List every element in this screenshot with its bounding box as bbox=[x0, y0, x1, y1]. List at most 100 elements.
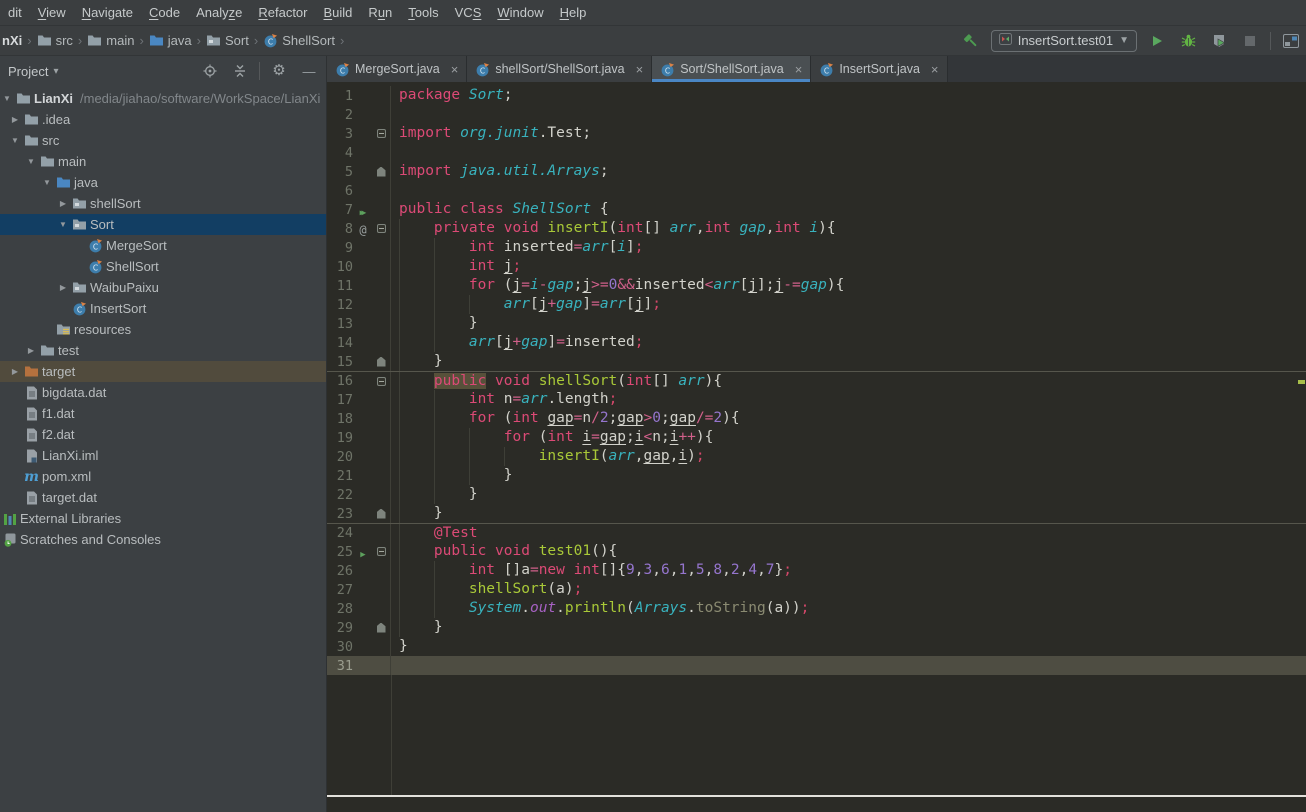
run-configuration-select[interactable]: InsertSort.test01 ▼ bbox=[991, 30, 1137, 52]
fold-end-icon[interactable] bbox=[377, 357, 386, 367]
chevron-expanded-icon[interactable]: ▼ bbox=[0, 94, 14, 103]
close-icon[interactable]: × bbox=[931, 62, 939, 77]
fold-start-icon[interactable] bbox=[377, 547, 386, 556]
code-line-3[interactable]: 3import org.junit.Test; bbox=[327, 124, 1306, 143]
chevron-collapsed-icon[interactable]: ▶ bbox=[8, 367, 22, 376]
locate-file-icon[interactable] bbox=[199, 60, 221, 82]
editor-tab-sort-shellsort-java[interactable]: CSort/ShellSort.java× bbox=[652, 56, 811, 82]
code-line-22[interactable]: 22 } bbox=[327, 485, 1306, 504]
fold-marker-slot[interactable] bbox=[373, 377, 389, 386]
menu-item-view[interactable]: View bbox=[30, 0, 74, 25]
code-line-20[interactable]: 20 insertI(arr,gap,i); bbox=[327, 447, 1306, 466]
close-icon[interactable]: × bbox=[636, 62, 644, 77]
chevron-expanded-icon[interactable]: ▼ bbox=[40, 178, 54, 187]
code-line-10[interactable]: 10 int j; bbox=[327, 257, 1306, 276]
code-line-24[interactable]: 24 @Test bbox=[327, 523, 1306, 542]
stop-button[interactable] bbox=[1239, 30, 1261, 52]
fold-marker-slot[interactable] bbox=[373, 224, 389, 233]
debug-button[interactable] bbox=[1177, 30, 1199, 52]
fold-start-icon[interactable] bbox=[377, 377, 386, 386]
tree-row-shellsort[interactable]: CShellSort bbox=[0, 256, 326, 277]
collapse-all-icon[interactable] bbox=[229, 60, 251, 82]
tree-row-external-libraries[interactable]: External Libraries bbox=[0, 508, 326, 529]
code-editor[interactable]: 1package Sort;23import org.junit.Test;45… bbox=[327, 82, 1306, 795]
chevron-expanded-icon[interactable]: ▼ bbox=[24, 157, 38, 166]
code-line-28[interactable]: 28 System.out.println(Arrays.toString(a)… bbox=[327, 599, 1306, 618]
run-test-gutter-icon[interactable]: ▶ bbox=[353, 542, 373, 561]
fold-marker-slot[interactable] bbox=[373, 357, 389, 367]
code-line-13[interactable]: 13 } bbox=[327, 314, 1306, 333]
run-button[interactable] bbox=[1146, 30, 1168, 52]
tree-row-scratches-and-consoles[interactable]: Scratches and Consoles bbox=[0, 529, 326, 550]
code-line-23[interactable]: 23 } bbox=[327, 504, 1306, 523]
code-line-21[interactable]: 21 } bbox=[327, 466, 1306, 485]
code-line-7[interactable]: 7▶▶public class ShellSort { bbox=[327, 200, 1306, 219]
code-line-16[interactable]: 16 public void shellSort(int[] arr){ bbox=[327, 371, 1306, 390]
fold-marker-slot[interactable] bbox=[373, 167, 389, 177]
project-panel-title[interactable]: Project ▾ bbox=[8, 64, 199, 79]
run-class-gutter-icon[interactable]: ▶▶ bbox=[353, 200, 373, 219]
menu-item-navigate[interactable]: Navigate bbox=[74, 0, 141, 25]
code-line-15[interactable]: 15 } bbox=[327, 352, 1306, 371]
tree-row-f1-dat[interactable]: f1.dat bbox=[0, 403, 326, 424]
build-hammer-icon[interactable] bbox=[960, 30, 982, 52]
tree-row-lianxi-iml[interactable]: LianXi.iml bbox=[0, 445, 326, 466]
fold-marker-slot[interactable] bbox=[373, 547, 389, 556]
breadcrumb-item-sort[interactable]: Sort bbox=[204, 33, 251, 48]
code-line-29[interactable]: 29 } bbox=[327, 618, 1306, 637]
tool-windows-icon[interactable] bbox=[1280, 30, 1302, 52]
code-line-8[interactable]: 8@ private void insertI(int[] arr,int ga… bbox=[327, 219, 1306, 238]
chevron-collapsed-icon[interactable]: ▶ bbox=[8, 115, 22, 124]
menu-item-window[interactable]: Window bbox=[489, 0, 551, 25]
fold-marker-slot[interactable] bbox=[373, 129, 389, 138]
chevron-expanded-icon[interactable]: ▼ bbox=[8, 136, 22, 145]
code-line-1[interactable]: 1package Sort; bbox=[327, 86, 1306, 105]
editor-tab-shellsort-shellsort-java[interactable]: CshellSort/ShellSort.java× bbox=[467, 56, 652, 82]
code-line-26[interactable]: 26 int []a=new int[]{9,3,6,1,5,8,2,4,7}; bbox=[327, 561, 1306, 580]
code-line-18[interactable]: 18 for (int gap=n/2;gap>0;gap/=2){ bbox=[327, 409, 1306, 428]
code-line-4[interactable]: 4 bbox=[327, 143, 1306, 162]
tree-row-main[interactable]: ▼main bbox=[0, 151, 326, 172]
code-line-5[interactable]: 5import java.util.Arrays; bbox=[327, 162, 1306, 181]
code-line-6[interactable]: 6 bbox=[327, 181, 1306, 200]
menu-item-run[interactable]: Run bbox=[360, 0, 400, 25]
scrollbar-warning-stripe[interactable] bbox=[1298, 380, 1305, 384]
tree-row-pom-xml[interactable]: mpom.xml bbox=[0, 466, 326, 487]
editor-tab-mergesort-java[interactable]: CMergeSort.java× bbox=[327, 56, 467, 82]
breadcrumb-item-src[interactable]: src bbox=[35, 33, 75, 48]
menu-item-analyze[interactable]: Analyze bbox=[188, 0, 250, 25]
fold-marker-slot[interactable] bbox=[373, 623, 389, 633]
tree-row-idea[interactable]: ▶.idea bbox=[0, 109, 326, 130]
chevron-collapsed-icon[interactable]: ▶ bbox=[56, 199, 70, 208]
code-line-12[interactable]: 12 arr[j+gap]=arr[j]; bbox=[327, 295, 1306, 314]
code-line-2[interactable]: 2 bbox=[327, 105, 1306, 124]
tree-row-f2-dat[interactable]: f2.dat bbox=[0, 424, 326, 445]
code-line-17[interactable]: 17 int n=arr.length; bbox=[327, 390, 1306, 409]
breadcrumb-item-main[interactable]: main bbox=[85, 33, 136, 48]
tree-row-sort[interactable]: ▼Sort bbox=[0, 214, 326, 235]
hide-panel-icon[interactable]: — bbox=[298, 60, 320, 82]
tree-row-lianxi[interactable]: ▼LianXi/media/jiahao/software/WorkSpace/… bbox=[0, 88, 326, 109]
menu-item-tools[interactable]: Tools bbox=[400, 0, 446, 25]
close-icon[interactable]: × bbox=[451, 62, 459, 77]
tree-row-src[interactable]: ▼src bbox=[0, 130, 326, 151]
tree-row-mergesort[interactable]: CMergeSort bbox=[0, 235, 326, 256]
tree-row-java[interactable]: ▼java bbox=[0, 172, 326, 193]
menu-item-code[interactable]: Code bbox=[141, 0, 188, 25]
tree-row-resources[interactable]: resources bbox=[0, 319, 326, 340]
chevron-collapsed-icon[interactable]: ▶ bbox=[24, 346, 38, 355]
gear-icon[interactable]: ⚙ bbox=[268, 60, 290, 82]
code-line-30[interactable]: 30} bbox=[327, 637, 1306, 656]
fold-end-icon[interactable] bbox=[377, 167, 386, 177]
close-icon[interactable]: × bbox=[795, 62, 803, 77]
tree-row-insertsort[interactable]: CInsertSort bbox=[0, 298, 326, 319]
breadcrumb-item-nxi[interactable]: nXi bbox=[0, 33, 24, 48]
coverage-button[interactable] bbox=[1208, 30, 1230, 52]
menu-item-dit[interactable]: dit bbox=[0, 0, 30, 25]
tree-row-target-dat[interactable]: target.dat bbox=[0, 487, 326, 508]
breadcrumb-item-java[interactable]: java bbox=[147, 33, 194, 48]
code-line-31[interactable]: 31 bbox=[327, 656, 1306, 675]
tree-row-test[interactable]: ▶test bbox=[0, 340, 326, 361]
tree-row-waibupaixu[interactable]: ▶WaibuPaixu bbox=[0, 277, 326, 298]
tree-row-bigdata-dat[interactable]: bigdata.dat bbox=[0, 382, 326, 403]
